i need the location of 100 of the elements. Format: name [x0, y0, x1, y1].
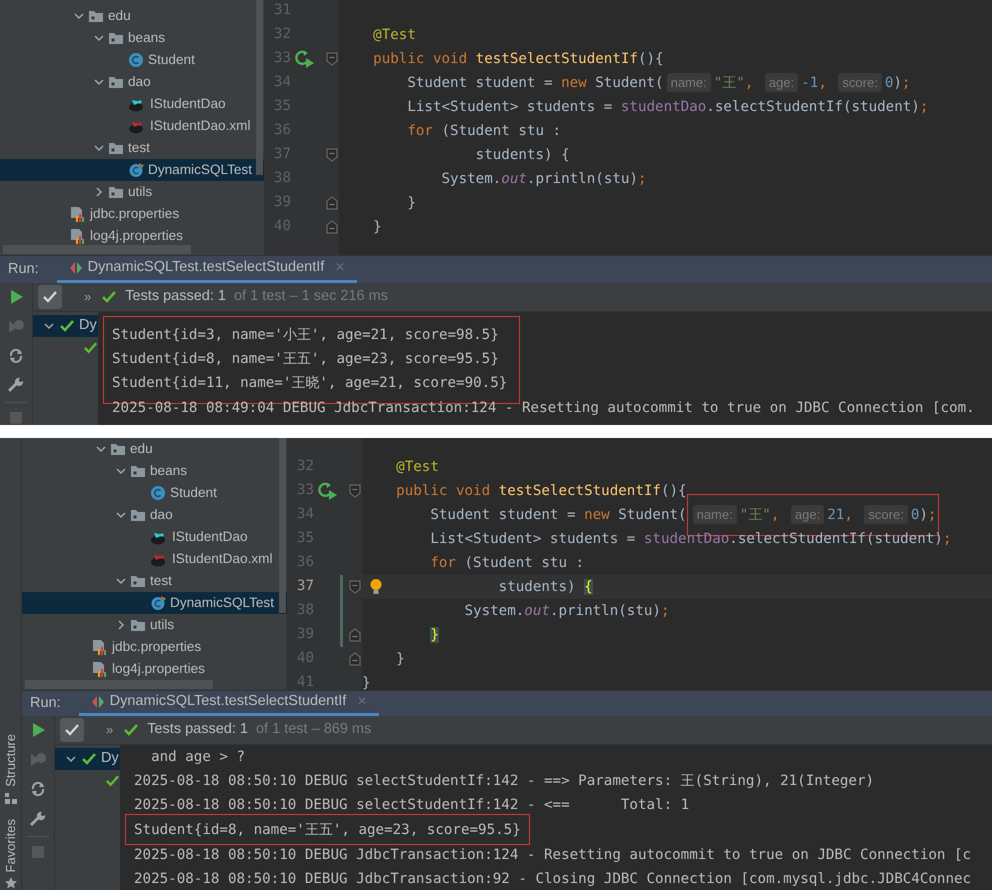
- folder-icon: [108, 140, 124, 156]
- check-icon: [42, 290, 58, 304]
- tree-item[interactable]: IStudentDao: [22, 526, 287, 548]
- change-marker[interactable]: [340, 623, 343, 647]
- more-button[interactable]: »: [106, 720, 114, 740]
- structure-tab[interactable]: Structure: [0, 734, 20, 805]
- fold-marker-icon[interactable]: [348, 651, 362, 667]
- tree-item[interactable]: dao: [0, 71, 264, 93]
- check-icon: [123, 723, 140, 737]
- test-detail: of 1 test – 1 sec 216 ms: [234, 287, 388, 306]
- code-line: for (Student stu :: [429, 555, 584, 571]
- code-line: Student student = new Student( name: "王", age: -1, score: 0);: [406, 75, 910, 91]
- folder-icon: [110, 441, 126, 457]
- console-line: Student{id=8, name='王五', age=23, score=95.5}: [112, 350, 500, 369]
- console-line: 2025-08-18 08:50:10 DEBUG JdbcTransaction:92 - Closing JDBC Connection [com.mysql.jdbc.JDBC4Connec: [134, 870, 972, 889]
- toggle-icon[interactable]: [29, 780, 47, 798]
- tree-item[interactable]: jdbc.properties: [22, 636, 287, 658]
- run-icon[interactable]: [318, 482, 338, 500]
- show-passed-button[interactable]: [38, 285, 62, 309]
- code-line: public void testSelectStudentIf(){: [395, 483, 687, 499]
- play-icon[interactable]: [30, 722, 46, 738]
- code-line: System.out.println(stu);: [463, 603, 670, 619]
- wrench-icon[interactable]: [7, 376, 25, 394]
- show-passed-button[interactable]: [60, 718, 84, 742]
- folder-icon: [108, 184, 124, 200]
- scrollbar-thumb[interactable]: [256, 0, 263, 175]
- tree-item[interactable]: Student: [0, 49, 264, 71]
- properties-file-icon: [68, 227, 86, 245]
- folder-icon: [108, 30, 124, 46]
- test-tree-item[interactable]: Dy: [55, 748, 120, 770]
- tree-item[interactable]: test: [0, 137, 264, 159]
- tree-item[interactable]: IStudentDao.xml: [0, 115, 264, 137]
- tree-item[interactable]: DynamicSQLTest: [0, 159, 264, 181]
- folder-icon: [108, 74, 124, 90]
- tree-item[interactable]: log4j.properties: [0, 225, 264, 247]
- test-status: Tests passed: 1: [125, 287, 226, 306]
- tree-item[interactable]: IStudentDao.xml: [22, 548, 287, 570]
- console-line: and age > ?: [150, 748, 246, 767]
- tree-item[interactable]: edu: [0, 5, 264, 27]
- code-line: Student student = new Student(: [429, 507, 687, 523]
- console-line: 2025-08-18 08:50:10 DEBUG selectStudentIf:142 - ==> Parameters: 王(String), 21(Integer): [134, 772, 876, 791]
- console-line: 2025-08-18 08:50:10 DEBUG JdbcTransaction:124 - Resetting autocommit to true on JDBC Connection [c: [134, 846, 972, 865]
- panel-label: Run:: [8, 260, 39, 279]
- properties-file-icon: [68, 205, 86, 223]
- fold-marker-icon[interactable]: [325, 219, 339, 235]
- test-run-icon: [90, 695, 105, 709]
- fold-marker-icon[interactable]: [325, 195, 339, 211]
- tree-item[interactable]: Student: [22, 482, 287, 504]
- console-line: 2025-08-18 08:50:10 DEBUG selectStudentIf:142 - <== Total: 1: [134, 796, 690, 815]
- run-tab[interactable]: DynamicSQLTest.testSelectStudentIf ×: [78, 691, 379, 716]
- code-line: }: [362, 675, 371, 690]
- folder-icon: [88, 8, 104, 24]
- favorites-tab[interactable]: Favorites: [0, 818, 20, 890]
- scrollbar-thumb[interactable]: [279, 438, 286, 613]
- tree-item[interactable]: IStudentDao: [0, 93, 264, 115]
- play-icon[interactable]: [8, 289, 24, 305]
- run-icon[interactable]: [295, 50, 315, 68]
- fold-marker-icon[interactable]: [348, 579, 362, 595]
- tree-item[interactable]: DynamicSQLTest: [22, 592, 287, 614]
- fold-marker-icon[interactable]: [325, 51, 339, 67]
- code-line: for (Student stu :: [406, 123, 562, 139]
- folder-icon: [130, 463, 146, 479]
- code-line: System.out.println(stu);: [440, 171, 647, 187]
- code-line: List<Student> students = studentDao.selectStudentIf(student);: [406, 99, 928, 115]
- test-class-icon: [150, 595, 166, 611]
- console-line: Student{id=11, name='王晓', age=21, score=90.5}: [112, 374, 508, 393]
- console-line: 2025-08-18 08:49:04 DEBUG JdbcTransaction:124 - Resetting autocommit to true on JDBC Connection [com.: [112, 399, 976, 418]
- test-tree-item[interactable]: Dy: [33, 315, 98, 337]
- fold-marker-icon[interactable]: [348, 483, 362, 499]
- code-line: students) {: [474, 147, 570, 163]
- tree-item[interactable]: test: [22, 570, 287, 592]
- code-line: }: [395, 651, 405, 667]
- properties-file-icon: [90, 638, 108, 656]
- fold-marker-icon[interactable]: [325, 147, 339, 163]
- tree-item[interactable]: jdbc.properties: [0, 203, 264, 225]
- lightbulb-icon[interactable]: [369, 578, 383, 596]
- tree-item[interactable]: utils: [0, 181, 264, 203]
- code-line: }: [406, 195, 416, 211]
- run-tab[interactable]: DynamicSQLTest.testSelectStudentIf ×: [56, 256, 357, 283]
- tree-item[interactable]: log4j.properties: [22, 658, 287, 680]
- code-line: }: [372, 219, 382, 235]
- panel-label: Run:: [30, 694, 61, 713]
- tree-item[interactable]: utils: [22, 614, 287, 636]
- tree-item[interactable]: beans: [0, 27, 264, 49]
- check-icon: [64, 723, 80, 737]
- fold-marker-icon[interactable]: [348, 627, 362, 643]
- change-marker[interactable]: [340, 575, 343, 599]
- favorites-icon: [4, 876, 18, 890]
- scrollbar-thumb[interactable]: [25, 680, 213, 689]
- check-icon: [101, 290, 118, 304]
- change-marker[interactable]: [340, 599, 344, 623]
- tree-item[interactable]: beans: [22, 460, 287, 482]
- wrench-icon[interactable]: [29, 810, 47, 828]
- more-button[interactable]: »: [84, 287, 92, 307]
- tree-item[interactable]: edu: [22, 438, 287, 460]
- tree-item[interactable]: dao: [22, 504, 287, 526]
- toggle-icon[interactable]: [7, 346, 25, 364]
- scrollbar-thumb[interactable]: [3, 245, 191, 254]
- line-number: 37: [296, 577, 314, 596]
- code-line: students) {: [498, 579, 593, 595]
